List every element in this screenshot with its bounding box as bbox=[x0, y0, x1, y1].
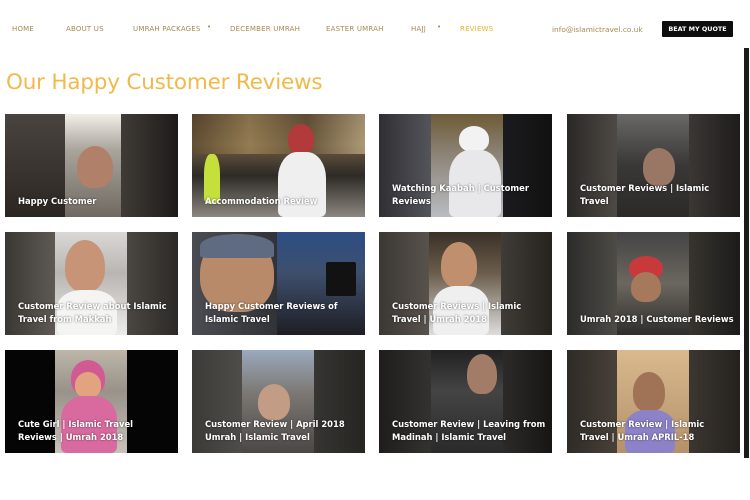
review-caption: Cute Girl | Islamic Travel Reviews | Umr… bbox=[18, 419, 134, 442]
nav-item-home[interactable]: HOME bbox=[12, 25, 34, 33]
review-video-card[interactable]: Umrah 2018 | Customer Reviews bbox=[567, 232, 740, 335]
review-caption: Customer Review about Islamic Travel fro… bbox=[18, 301, 167, 324]
review-caption: Accommodation Review bbox=[205, 196, 318, 206]
review-video-card[interactable]: Happy Customer bbox=[5, 114, 178, 217]
dropdown-dot-icon[interactable]: • bbox=[437, 23, 441, 31]
person-image bbox=[258, 384, 290, 420]
person-image bbox=[65, 240, 105, 292]
review-video-card[interactable]: Customer Reviews | Islamic Travel | Umra… bbox=[379, 232, 552, 335]
email-link[interactable]: info@islamictravel.co.uk bbox=[552, 25, 643, 34]
review-video-card[interactable]: Cute Girl | Islamic Travel Reviews | Umr… bbox=[5, 350, 178, 453]
nav-item-about-us[interactable]: ABOUT US bbox=[66, 25, 104, 33]
review-caption: Customer Reviews | Islamic Travel bbox=[580, 183, 710, 206]
person-image bbox=[441, 242, 477, 288]
beat-my-quote-button[interactable]: BEAT MY QUOTE bbox=[662, 21, 733, 37]
review-caption: Umrah 2018 | Customer Reviews bbox=[580, 314, 734, 324]
review-caption: Happy Customer bbox=[18, 196, 97, 206]
page-title: Our Happy Customer Reviews bbox=[6, 70, 323, 95]
review-caption: Customer Review | Islamic Travel | Umrah… bbox=[580, 419, 705, 442]
nav-item-hajj[interactable]: HAJJ bbox=[411, 25, 426, 33]
dropdown-dot-icon[interactable]: • bbox=[207, 23, 211, 31]
person-image bbox=[643, 148, 675, 186]
review-video-card[interactable]: Watching Kaabah | Customer Reviews bbox=[379, 114, 552, 217]
review-video-card[interactable]: Customer Review | Islamic Travel | Umrah… bbox=[567, 350, 740, 453]
person-image bbox=[288, 124, 314, 154]
review-caption: Customer Review | April 2018 Umrah | Isl… bbox=[205, 419, 345, 442]
nav-item-reviews[interactable]: REVIEWS bbox=[460, 25, 493, 33]
review-caption: Customer Review | Leaving from Madinah |… bbox=[392, 419, 546, 442]
person-image bbox=[633, 372, 665, 412]
review-caption: Happy Customer Reviews of Islamic Travel bbox=[205, 301, 338, 324]
review-video-card[interactable]: Customer Reviews | Islamic Travel bbox=[567, 114, 740, 217]
review-caption: Watching Kaabah | Customer Reviews bbox=[392, 183, 529, 206]
review-video-card[interactable]: Customer Review | April 2018 Umrah | Isl… bbox=[192, 350, 365, 453]
nav-item-easter-umrah[interactable]: EASTER UMRAH bbox=[326, 25, 384, 33]
nav-item-umrah-packages[interactable]: UMRAH PACKAGES bbox=[133, 25, 201, 33]
review-video-card[interactable]: Accommodation Review bbox=[192, 114, 365, 217]
person-image bbox=[467, 354, 497, 394]
review-video-card[interactable]: Customer Review about Islamic Travel fro… bbox=[5, 232, 178, 335]
page-edge-divider bbox=[744, 48, 749, 458]
review-video-card[interactable]: Happy Customer Reviews of Islamic Travel bbox=[192, 232, 365, 335]
person-image bbox=[459, 126, 489, 152]
review-video-card[interactable]: Customer Review | Leaving from Madinah |… bbox=[379, 350, 552, 453]
nav-item-december-umrah[interactable]: DECEMBER UMRAH bbox=[230, 25, 300, 33]
review-caption: Customer Reviews | Islamic Travel | Umra… bbox=[392, 301, 522, 324]
person-image bbox=[77, 146, 113, 188]
top-navigation: HOME ABOUT US UMRAH PACKAGES • DECEMBER … bbox=[0, 0, 750, 58]
